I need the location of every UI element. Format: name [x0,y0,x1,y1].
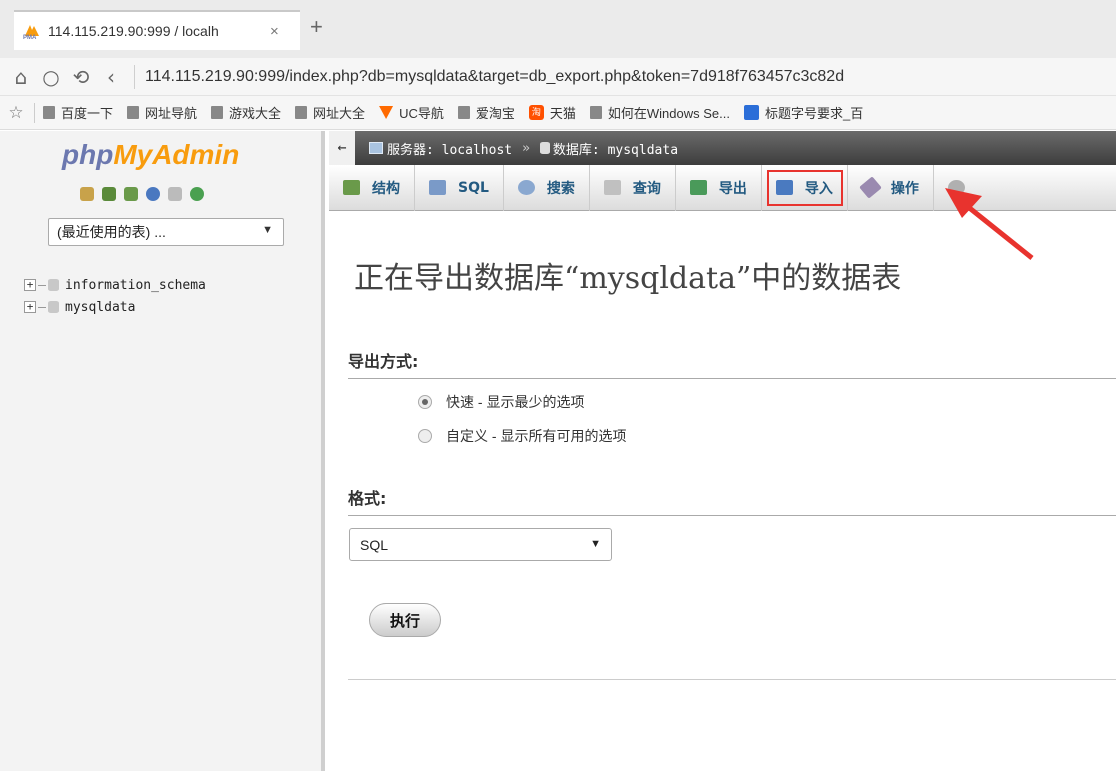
paw-icon [743,105,759,120]
doc-icon [211,106,224,119]
database-icon [48,279,59,291]
wrench-icon [859,176,882,199]
doc-icon [589,106,602,119]
nav-icon-row [80,187,204,201]
server-icon [369,142,383,154]
bookmark-divider [34,102,35,123]
structure-icon [343,180,360,195]
bookmark-item[interactable]: 爱淘宝 [457,103,515,122]
svg-text:PMA: PMA [23,35,37,39]
doc-icon [457,106,470,119]
tab-search[interactable]: 搜索 [504,164,590,211]
tab-structure[interactable]: 结构 [329,164,415,211]
tab-sql[interactable]: SQL [415,164,504,211]
logout-icon[interactable] [102,187,116,201]
recent-tables-select[interactable]: (最近使用的表) ... ▼ [48,218,284,246]
breadcrumb-server[interactable]: 服务器: localhost [387,139,512,158]
format-title: 格式: [348,485,1116,516]
close-tab-icon[interactable]: × [270,23,279,40]
export-icon [689,180,707,195]
address-separator [134,64,135,89]
annotation-arrow-icon [945,188,1034,260]
doc-icon [295,106,308,119]
undo-icon[interactable]: ⟲ [66,65,96,89]
chevron-down-icon: ▼ [590,538,601,550]
divider [348,679,1116,680]
browser-tab-bar: PMA 114.115.219.90:999 / localh × + [0,0,1116,58]
bookmark-item[interactable]: 游戏大全 [211,103,281,122]
db-name: information_schema [65,277,206,293]
database-tree: + information_schema + mysqldata [24,274,206,318]
navigation-panel: phpMyAdmin (最近使用的表) ... ▼ + information_… [0,131,325,771]
chevron-down-icon: ▼ [262,224,273,236]
doc-icon [127,106,140,119]
phpmyadmin-logo[interactable]: phpMyAdmin [62,139,239,171]
help-icon[interactable] [146,187,160,201]
bookmark-item[interactable]: 网址大全 [295,103,365,122]
search-icon [517,180,535,195]
tree-db-item[interactable]: + mysqldata [24,296,206,318]
collapse-arrow-icon[interactable]: ← [329,131,355,165]
breadcrumb-separator: » [522,140,530,156]
database-icon [539,142,550,154]
new-tab-button[interactable]: + [310,14,323,40]
expand-icon[interactable]: + [24,279,36,291]
browser-tab[interactable]: PMA 114.115.219.90:999 / localh × [14,10,300,50]
tab-operations[interactable]: 操作 [848,164,934,211]
bookmark-item[interactable]: 如何在Windows Se... [589,103,730,122]
bookmarks-bar: ☆ 百度一下 网址导航 游戏大全 网址大全 UC导航 爱淘宝 淘天猫 如何在Wi… [0,96,1116,130]
url-field[interactable]: 114.115.219.90:999/index.php?db=mysqldat… [145,68,844,86]
tab-export[interactable]: 导出 [676,164,762,211]
tab-query[interactable]: 查询 [590,164,676,211]
bookmark-item[interactable]: 百度一下 [43,103,113,122]
format-select[interactable]: SQL ▼ [349,528,612,561]
tab-import[interactable]: 导入 [762,164,848,211]
radio-custom[interactable]: 自定义 - 显示所有可用的选项 [418,426,626,446]
bookmark-item[interactable]: 网址导航 [127,103,197,122]
home-icon[interactable] [80,187,94,201]
expand-icon[interactable]: + [24,301,36,313]
bookmark-item[interactable]: 标题字号要求_百 [743,103,863,122]
star-icon[interactable]: ☆ [0,103,32,123]
database-icon [48,301,59,313]
radio-button[interactable] [418,395,432,409]
import-icon [775,180,793,195]
reload-nav-icon[interactable] [190,187,204,201]
query-icon [603,180,621,195]
export-method-title: 导出方式: [348,348,1116,379]
go-button[interactable]: 执行 [369,603,441,637]
uc-icon [379,106,394,119]
breadcrumb-database[interactable]: 数据库: mysqldata [553,139,678,158]
bookmark-item[interactable]: 淘天猫 [528,103,576,122]
radio-quick[interactable]: 快速 - 显示最少的选项 [418,392,584,412]
tab-title: 114.115.219.90:999 / localh [48,23,219,39]
breadcrumb: ← 服务器: localhost » 数据库: mysqldata [329,131,1116,165]
db-name: mysqldata [65,299,136,315]
home-icon[interactable]: ⌂ [6,65,36,89]
phpmyadmin-favicon-icon: PMA [22,23,42,41]
reload-icon[interactable]: ○ [36,65,66,89]
page-title: 正在导出数据库“mysqldata”中的数据表 [354,261,902,296]
bookmark-item[interactable]: UC导航 [379,103,444,122]
address-bar: ⌂ ○ ⟲ ‹ 114.115.219.90:999/index.php?db=… [0,58,1116,96]
taobao-icon: 淘 [528,105,544,120]
docs-icon[interactable] [168,187,182,201]
radio-button[interactable] [418,429,432,443]
sql-icon [429,180,446,195]
tree-db-item[interactable]: + information_schema [24,274,206,296]
back-icon[interactable]: ‹ [96,65,126,89]
sql-query-icon[interactable] [124,187,138,201]
doc-icon [43,106,55,119]
